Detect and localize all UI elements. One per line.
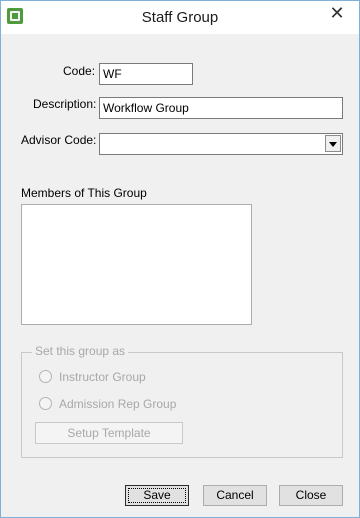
close-icon[interactable]: ✕	[325, 4, 349, 22]
close-button[interactable]: Close	[279, 485, 343, 506]
title-bar: Staff Group ✕	[1, 1, 359, 34]
set-group-legend: Set this group as	[32, 344, 129, 358]
staff-group-window: Staff Group ✕ Code: WF Description: Work…	[0, 0, 360, 518]
advisor-code-label: Advisor Code:	[21, 133, 97, 147]
advisor-code-combobox[interactable]	[99, 133, 343, 155]
code-label: Code:	[63, 64, 96, 78]
instructor-group-radio[interactable]	[39, 370, 52, 383]
save-button[interactable]: Save	[125, 485, 189, 506]
window-title: Staff Group	[141, 9, 219, 26]
members-label: Members of This Group	[21, 186, 147, 200]
admission-rep-group-label: Admission Rep Group	[59, 397, 177, 411]
instructor-group-label: Instructor Group	[59, 370, 146, 384]
save-button-label: Save	[143, 488, 171, 502]
description-field[interactable]: Workflow Group	[99, 97, 343, 119]
cancel-button[interactable]: Cancel	[203, 485, 267, 506]
admission-rep-group-radio[interactable]	[39, 397, 52, 410]
setup-template-button[interactable]: Setup Template	[35, 422, 183, 444]
code-field[interactable]: WF	[99, 63, 193, 85]
members-listbox[interactable]	[21, 204, 252, 325]
description-label: Description:	[33, 97, 97, 111]
dialog-body: Code: WF Description: Workflow Group Adv…	[5, 34, 355, 513]
chevron-down-icon[interactable]	[325, 135, 341, 152]
